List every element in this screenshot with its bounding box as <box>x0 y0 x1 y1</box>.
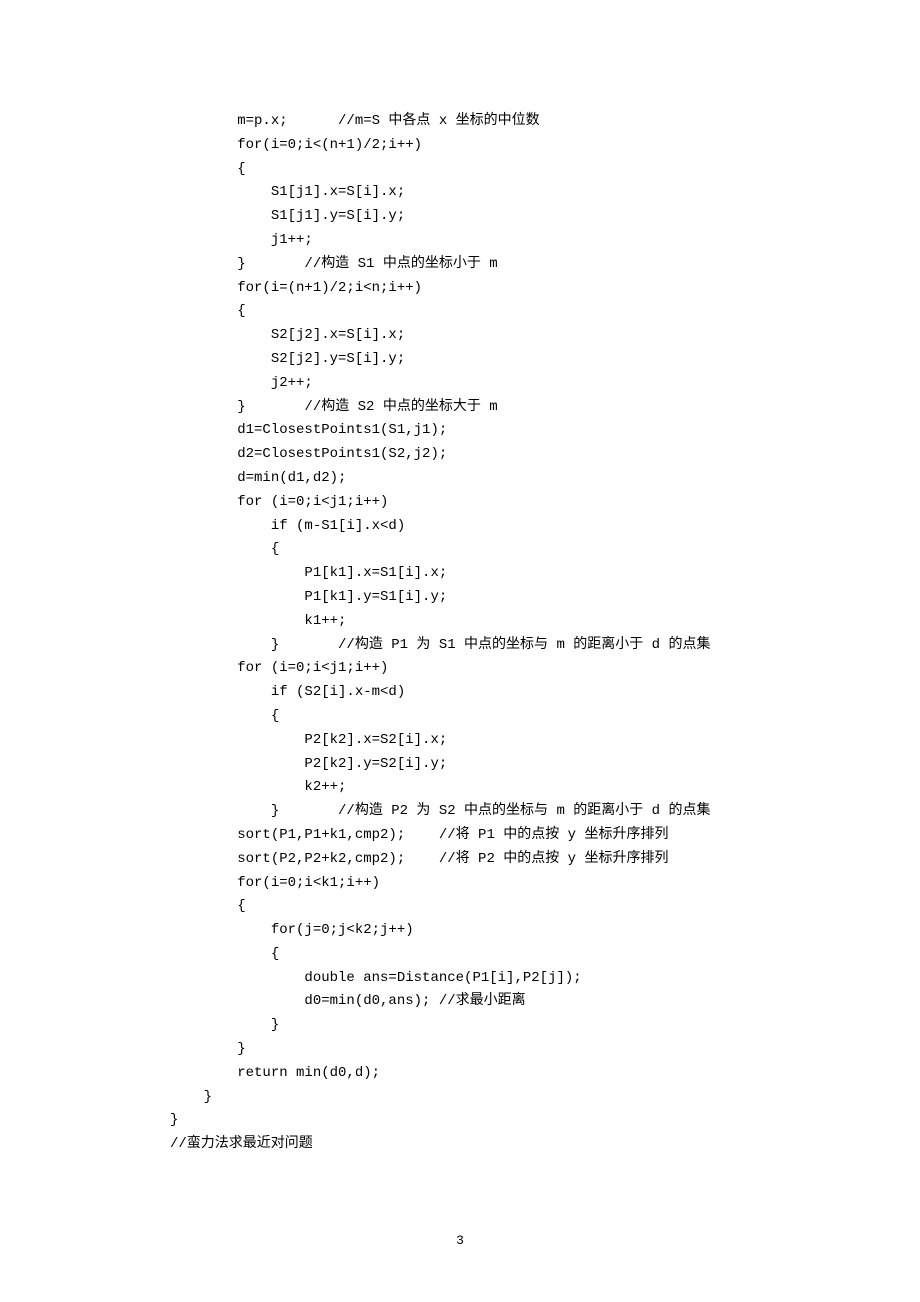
document-page: m=p.x; //m=S 中各点 x 坐标的中位数 for(i=0;i<(n+1… <box>0 0 920 1302</box>
code-block: m=p.x; //m=S 中各点 x 坐标的中位数 for(i=0;i<(n+1… <box>170 110 750 1157</box>
page-number: 3 <box>0 1230 920 1252</box>
